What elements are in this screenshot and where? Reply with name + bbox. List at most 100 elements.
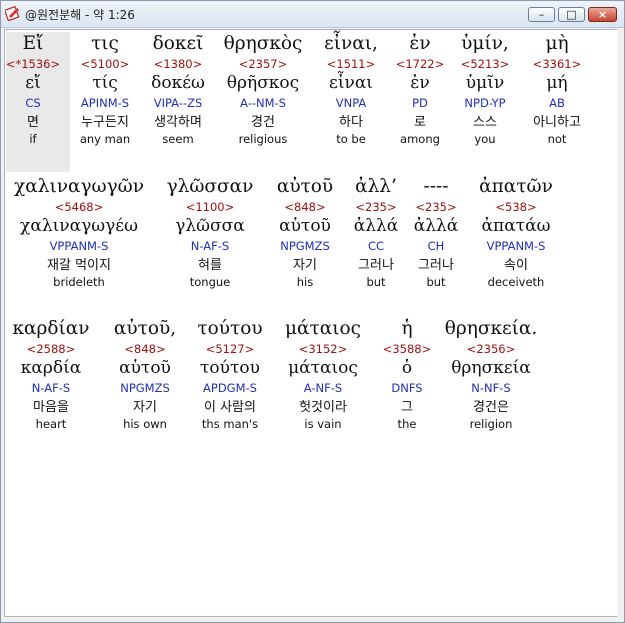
parsing-code: N-AF-S [31, 381, 71, 395]
english-gloss: not [547, 132, 567, 146]
lemma: εἴ [25, 73, 41, 93]
greek-word: χαλιναγωγῶν [14, 176, 144, 197]
word-unit[interactable]: Εἴ <*1536> εἴ CS 면 if [6, 32, 60, 147]
korean-gloss: 헛것이라 [299, 400, 347, 415]
parsing-code: NPGMZS [280, 239, 330, 253]
english-gloss: brideleth [53, 275, 105, 289]
korean-gloss: 마음을 [33, 400, 69, 415]
strong-number: <5468> [54, 200, 104, 214]
window-title: @원전분해 - 약 1:26 [25, 8, 135, 22]
strong-number: <235> [355, 200, 397, 214]
lemma: ἀπατάω [481, 216, 551, 236]
english-gloss: deceiveth [487, 275, 545, 289]
word-unit[interactable]: θρησκὸς <2357> θρῆσκος A--NM-S 경건 religi… [224, 32, 303, 147]
word-unit[interactable]: ἐν <1722> ἐν PD 로 among [396, 32, 445, 147]
word-unit[interactable]: ἀλλ’ <235> ἀλλά CC 그러나 but [354, 175, 399, 290]
greek-word: μὴ [545, 33, 569, 54]
lemma: γλῶσσα [175, 216, 245, 236]
strong-number: <538> [495, 200, 537, 214]
lemma: τούτου [200, 358, 260, 378]
strong-number: <3588> [382, 342, 432, 356]
parsing-code: PD [412, 96, 428, 110]
title-bar[interactable]: @원전분해 - 약 1:26 – □ × [1, 1, 624, 28]
greek-word: γλῶσσαν [166, 176, 254, 197]
word-unit[interactable]: μὴ <3361> μή AB 아니하고 not [533, 32, 582, 147]
strong-number: <848> [284, 200, 326, 214]
strong-number: <5213> [460, 57, 510, 71]
english-gloss: any man [79, 132, 131, 146]
english-gloss: religious [238, 132, 288, 146]
english-gloss: you [474, 132, 496, 146]
strong-number: <3361> [532, 57, 582, 71]
app-icon [5, 5, 20, 21]
lemma: μάταιος [288, 358, 358, 378]
greek-word: αὐτοῦ, [113, 318, 177, 339]
lemma: εἶναι [329, 73, 373, 93]
strong-number: <2357> [238, 57, 288, 71]
close-icon: × [597, 8, 608, 21]
korean-gloss: 스스 [473, 115, 497, 130]
korean-gloss: 그 [401, 400, 413, 415]
parsing-code: N-AF-S [190, 239, 230, 253]
word-unit[interactable]: χαλιναγωγῶν <5468> χαλιναγωγέω VPPANM-S … [14, 175, 144, 290]
korean-gloss: 하다 [339, 115, 363, 130]
word-unit[interactable]: ἡ <3588> ὁ DNFS 그 the [383, 317, 432, 432]
lemma: μή [546, 73, 568, 93]
lemma: ἀλλά [413, 216, 459, 236]
korean-gloss: 혀를 [198, 258, 222, 273]
parsing-code: APINM-S [80, 96, 130, 110]
greek-word: ἀπατῶν [479, 176, 553, 197]
parsing-code: CH [427, 239, 445, 253]
maximize-button[interactable]: □ [558, 7, 585, 22]
word-unit[interactable]: ἀπατῶν <538> ἀπατάω VPPANM-S 속이 deceivet… [479, 175, 553, 290]
greek-word: Εἴ [22, 33, 44, 54]
english-gloss: seem [162, 132, 194, 146]
lemma: ὁ [401, 358, 413, 378]
greek-word: καρδίαν [12, 318, 90, 339]
parsing-code: NPD-YP [464, 96, 506, 110]
korean-gloss: 면 [27, 115, 39, 130]
korean-gloss: 속이 [504, 258, 528, 273]
parsing-code: NPGMZS [120, 381, 170, 395]
greek-word: τούτου [197, 318, 263, 339]
parsing-code: VPPANM-S [486, 239, 546, 253]
word-unit[interactable]: ὑμίν, <5213> ὑμῖν NPD-YP 스스 you [461, 32, 510, 147]
greek-word: ἐν [409, 33, 431, 54]
korean-gloss: 자기 [293, 258, 317, 273]
greek-word: θρησκεία. [444, 318, 538, 339]
english-gloss: ths man's [201, 417, 259, 431]
word-unit[interactable]: ---- <235> ἀλλά CH 그러나 but [414, 175, 459, 290]
greek-word: αὐτοῦ [276, 176, 334, 197]
app-window: @원전분해 - 약 1:26 – □ × Εἴ <*1536> εἴ CS 면 … [0, 0, 625, 623]
english-gloss: the [397, 417, 417, 431]
word-unit[interactable]: δοκεῖ <1380> δοκέω VIPA--ZS 생각하며 seem [151, 32, 205, 147]
greek-word: ἡ [401, 318, 413, 339]
word-unit[interactable]: θρησκεία. <2356> θρησκεία N-NF-S 경건은 rel… [445, 317, 538, 432]
strong-number: <2588> [26, 342, 76, 356]
word-unit[interactable]: καρδίαν <2588> καρδία N-AF-S 마음을 heart [12, 317, 89, 432]
close-button[interactable]: × [588, 7, 617, 22]
english-gloss: his own [123, 417, 167, 431]
parsing-code: CC [367, 239, 385, 253]
greek-word: δοκεῖ [152, 33, 204, 54]
parsing-code: N-NF-S [471, 381, 511, 395]
parsing-code: A-NF-S [303, 381, 343, 395]
word-unit[interactable]: τις <5100> τίς APINM-S 누구든지 any man [80, 32, 130, 147]
word-unit[interactable]: αὐτοῦ, <848> αὑτοῦ NPGMZS 자기 his own [114, 317, 176, 432]
word-unit[interactable]: γλῶσσαν <1100> γλῶσσα N-AF-S 혀를 tongue [167, 175, 254, 290]
greek-word: μάταιος [285, 318, 361, 339]
word-unit[interactable]: μάταιος <3152> μάταιος A-NF-S 헛것이라 is va… [285, 317, 361, 432]
parsing-code: AB [549, 96, 565, 110]
strong-number: <3152> [298, 342, 348, 356]
greek-word: ὑμίν, [461, 33, 509, 54]
minimize-button[interactable]: – [528, 7, 555, 22]
word-unit[interactable]: εἶναι, <1511> εἶναι VNPA 하다 to be [324, 32, 378, 147]
parsing-code: APDGM-S [203, 381, 257, 395]
korean-gloss: 아니하고 [533, 115, 581, 130]
word-unit[interactable]: αὐτοῦ <848> αὑτοῦ NPGMZS 자기 his [277, 175, 333, 290]
word-unit[interactable]: τούτου <5127> τούτου APDGM-S 이 사람의 ths m… [197, 317, 262, 432]
korean-gloss: 이 사람의 [204, 400, 256, 415]
english-gloss: if [29, 132, 37, 146]
parsing-code: VIPA--ZS [153, 96, 203, 110]
korean-gloss: 자기 [133, 400, 157, 415]
